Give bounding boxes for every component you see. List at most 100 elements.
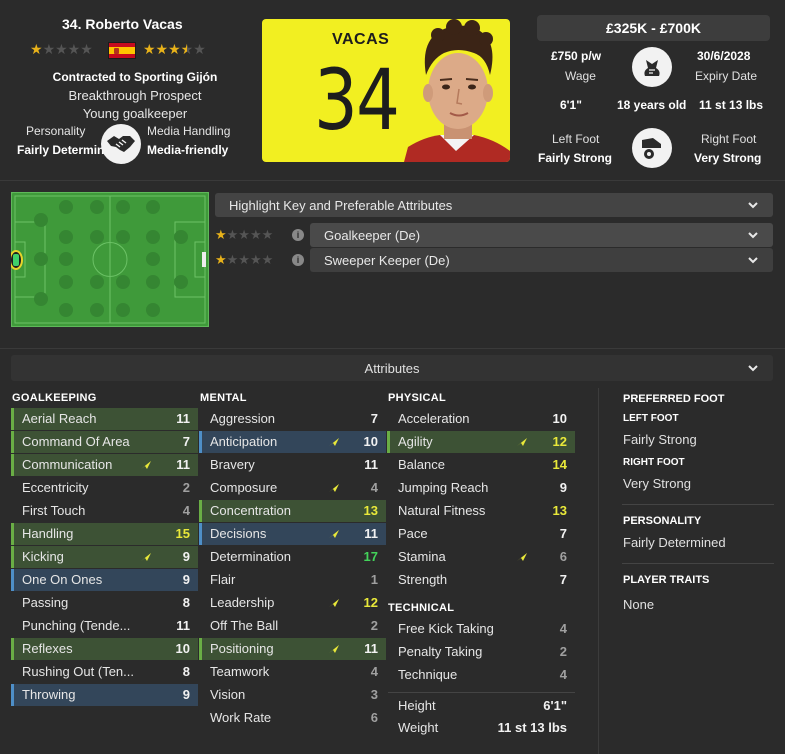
attribute-name: Acceleration (398, 411, 470, 426)
attribute-value: 2 (182, 480, 190, 495)
attribute-name: First Touch (22, 503, 86, 518)
attribute-name: Agility (398, 434, 433, 449)
attribute-row[interactable]: Command Of Area 7 (11, 431, 198, 453)
attribute-row[interactable]: Leadership 12 (199, 592, 386, 614)
attribute-row[interactable]: Work Rate 6 (199, 707, 386, 729)
attribute-row[interactable]: Bravery 11 (199, 454, 386, 476)
player-name: 34. Roberto Vacas (62, 16, 183, 32)
role-1-name: Goalkeeper (De) (324, 227, 421, 243)
attribute-row[interactable]: Vision 3 (199, 684, 386, 706)
attribute-value: 10 (363, 434, 378, 449)
attribute-name: Rushing Out (Ten... (22, 664, 134, 679)
attribute-row[interactable]: Off The Ball 2 (199, 615, 386, 637)
wage-value: £750 p/w (551, 49, 602, 63)
sidebar-right-foot-value: Very Strong (623, 476, 691, 491)
attribute-row[interactable]: Reflexes 10 (11, 638, 198, 660)
role-goalkeeper-dropdown[interactable]: Goalkeeper (De) (310, 223, 773, 247)
media-handling-value: Media-friendly (147, 143, 229, 157)
attribute-name: Height (398, 698, 436, 713)
attribute-row[interactable]: Flair 1 (199, 569, 386, 591)
boot-icon (632, 128, 672, 168)
attribute-row[interactable]: Passing 8 (11, 592, 198, 614)
attribute-name: Decisions (210, 526, 267, 541)
attribute-row[interactable]: Agility 12 (387, 431, 575, 453)
attribute-row[interactable]: First Touch 4 (11, 500, 198, 522)
attribute-row[interactable]: Penalty Taking 2 (387, 641, 575, 663)
personality-heading: PERSONALITY (623, 515, 702, 527)
position-pitch-map[interactable] (11, 192, 209, 327)
attribute-row[interactable]: Throwing 9 (11, 684, 198, 706)
attribute-row[interactable]: Free Kick Taking 4 (387, 618, 575, 640)
attribute-value: 6 (370, 710, 378, 725)
attribute-row[interactable]: Rushing Out (Ten... 8 (11, 661, 198, 683)
attribute-row[interactable]: Positioning 11 (199, 638, 386, 660)
player-portrait (404, 19, 510, 162)
attribute-row[interactable]: Teamwork 4 (199, 661, 386, 683)
attribute-row[interactable]: Balance 14 (387, 454, 575, 476)
attribute-name: Aerial Reach (22, 411, 97, 426)
attribute-name: Pace (398, 526, 428, 541)
attribute-row[interactable]: Anticipation 10 (199, 431, 386, 453)
attribute-row[interactable]: Natural Fitness 13 (387, 500, 575, 522)
attribute-value: 2 (370, 618, 378, 633)
attribute-row[interactable]: One On Ones 9 (11, 569, 198, 591)
prospect-label: Breakthrough Prospect (68, 88, 202, 103)
chevron-down-icon (748, 257, 758, 264)
highlight-key-dropdown[interactable]: Highlight Key and Preferable Attributes (215, 193, 773, 217)
attribute-value: 14 (552, 457, 567, 472)
attribute-row[interactable]: Technique 4 (387, 664, 575, 686)
attribute-name: One On Ones (22, 572, 103, 587)
attribute-value: 17 (363, 549, 378, 564)
attribute-row[interactable]: Stamina 6 (387, 546, 575, 568)
attribute-row[interactable]: Composure 4 (199, 477, 386, 499)
attribute-name: Kicking (22, 549, 64, 564)
info-icon[interactable]: i (292, 254, 304, 266)
attribute-value: 9 (559, 480, 567, 495)
attribute-row[interactable]: Handling 15 (11, 523, 198, 545)
attribute-value: 11 (364, 526, 378, 541)
attribute-row[interactable]: Concentration 13 (199, 500, 386, 522)
attribute-value: 8 (182, 595, 190, 610)
attribute-name: Strength (398, 572, 448, 587)
attribute-name: Eccentricity (22, 480, 89, 495)
attribute-value: 11 (176, 411, 190, 426)
attribute-row[interactable]: Communication 11 (11, 454, 198, 476)
attribute-row[interactable]: Decisions 11 (199, 523, 386, 545)
transfer-value-range[interactable]: £325K - £700K (537, 15, 770, 41)
handshake-icon (101, 124, 141, 164)
attribute-value: 1 (370, 572, 378, 587)
nationality-flag-icon[interactable] (108, 42, 136, 59)
age-value: 18 years old (617, 98, 687, 112)
attribute-row[interactable]: Determination 17 (199, 546, 386, 568)
attributes-header-dropdown[interactable]: Attributes (11, 355, 773, 381)
progress-arrow-icon (329, 645, 339, 653)
attribute-row[interactable]: Aggression 7 (199, 408, 386, 430)
contract-expiry-label: Expiry Date (695, 69, 758, 83)
attribute-name: Weight (398, 720, 439, 735)
mental-heading: MENTAL (200, 392, 247, 404)
kit-number: 34 (314, 51, 400, 149)
attribute-row[interactable]: Strength 7 (387, 569, 575, 591)
attribute-name: Aggression (210, 411, 276, 426)
left-foot-subheading: LEFT FOOT (623, 413, 679, 424)
attribute-value: 4 (559, 621, 567, 636)
contract-icon (632, 47, 672, 87)
preferred-foot-heading: PREFERRED FOOT (623, 393, 725, 405)
attribute-row[interactable]: Kicking 9 (11, 546, 198, 568)
attribute-row[interactable]: Pace 7 (387, 523, 575, 545)
attribute-row[interactable]: Punching (Tende... 11 (11, 615, 198, 637)
info-icon[interactable]: i (292, 229, 304, 241)
contract-status[interactable]: Contracted to Sporting Gijón (15, 70, 255, 84)
attribute-row[interactable]: Aerial Reach 11 (11, 408, 198, 430)
attribute-name: Jumping Reach (398, 480, 489, 495)
attribute-name: Command Of Area (22, 434, 130, 449)
physical-heading: PHYSICAL (388, 392, 447, 404)
attribute-row[interactable]: Eccentricity 2 (11, 477, 198, 499)
personality-label: Personality (26, 124, 86, 138)
attribute-value: 6 (559, 549, 567, 564)
current-ability-stars: ★★★★★ (30, 41, 93, 57)
attribute-row[interactable]: Jumping Reach 9 (387, 477, 575, 499)
attribute-value: 9 (182, 549, 190, 564)
role-sweeper-keeper-dropdown[interactable]: Sweeper Keeper (De) (310, 248, 773, 272)
attribute-row[interactable]: Acceleration 10 (387, 408, 575, 430)
